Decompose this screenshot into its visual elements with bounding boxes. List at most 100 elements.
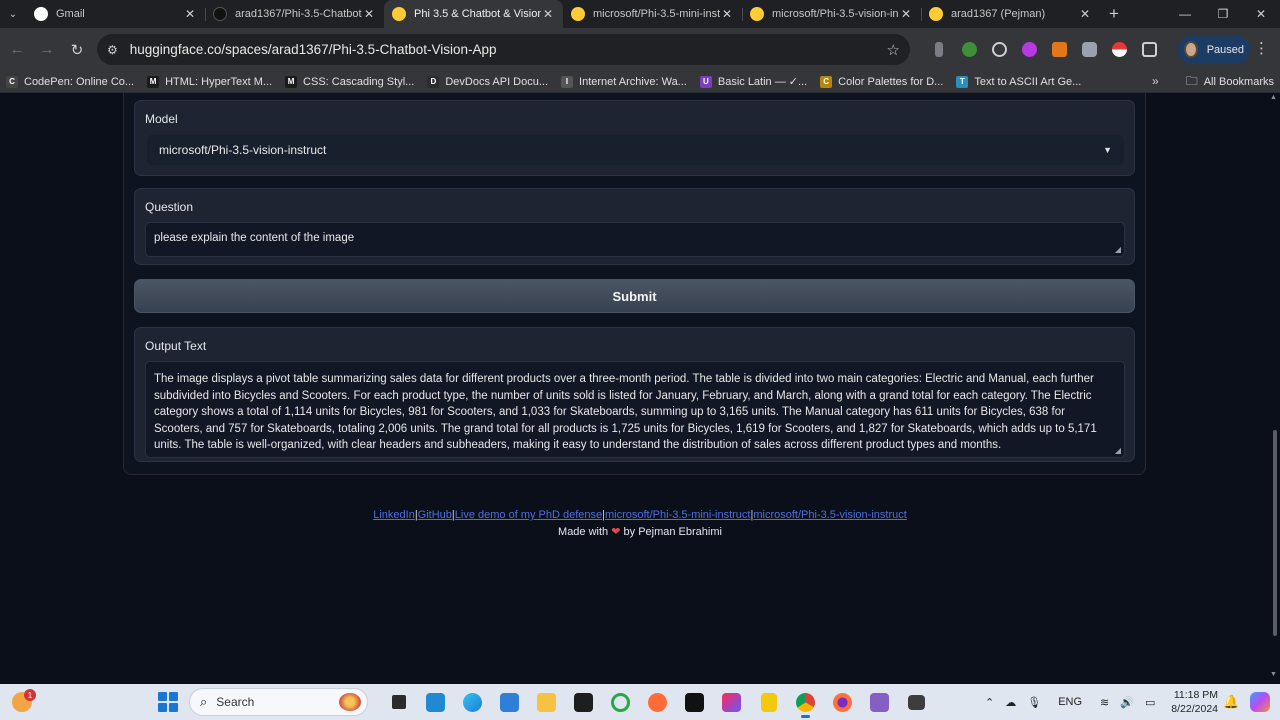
- made-with-suffix: by Pejman Ebrahimi: [623, 526, 722, 538]
- model-dropdown[interactable]: microsoft/Phi-3.5-vision-instruct ▼: [147, 135, 1124, 165]
- scrollbar-thumb[interactable]: [1273, 430, 1277, 636]
- tab-close-icon[interactable]: ✕: [541, 7, 555, 21]
- bookmark-item[interactable]: T Text to ASCII Art Ge...: [956, 75, 1081, 88]
- back-arrow-icon[interactable]: ←: [2, 35, 32, 65]
- page-scrollbar[interactable]: ▲ ▼: [1270, 93, 1280, 684]
- extension-icon[interactable]: [1014, 35, 1044, 65]
- bookmark-label: CodePen: Online Co...: [24, 75, 135, 88]
- tray-chevron-icon[interactable]: ⌃: [985, 696, 994, 709]
- bookmark-label: HTML: HyperText M...: [165, 75, 273, 88]
- minimize-icon[interactable]: —: [1166, 0, 1204, 28]
- bookmark-item[interactable]: U Basic Latin — ✓...: [699, 75, 807, 88]
- start-button[interactable]: [158, 692, 178, 712]
- clock[interactable]: 11:18 PM 8/22/2024: [1168, 688, 1218, 716]
- output-textarea[interactable]: The image displays a pivot table summari…: [145, 361, 1125, 458]
- extension-icon[interactable]: [954, 35, 984, 65]
- forward-arrow-icon[interactable]: →: [32, 35, 62, 65]
- onedrive-icon[interactable]: ☁: [1005, 696, 1016, 709]
- phd-defense-link[interactable]: Live demo of my PhD defense: [455, 509, 602, 521]
- extensions-puzzle-icon[interactable]: [1134, 35, 1164, 65]
- taskbar-search[interactable]: ⌕ Search: [189, 688, 368, 716]
- tab-title: arad1367/Phi-3.5-Chatbot: [235, 8, 362, 20]
- dropdown-caret-icon[interactable]: ▼: [1103, 145, 1112, 155]
- linkedin-link[interactable]: LinkedIn: [373, 509, 415, 521]
- metamask-icon[interactable]: [1044, 35, 1074, 65]
- browser-tab[interactable]: Gmail ✕: [26, 0, 205, 28]
- browser-tab[interactable]: arad1367/Phi-3.5-Chatbot ✕: [205, 0, 384, 28]
- question-block: Question please explain the content of t…: [134, 188, 1135, 265]
- site-info-icon[interactable]: ⚙: [107, 43, 118, 57]
- vscode-icon[interactable]: [417, 684, 454, 720]
- bookmark-item[interactable]: M HTML: HyperText M...: [147, 75, 273, 88]
- tab-close-icon[interactable]: ✕: [1078, 7, 1092, 21]
- battery-icon[interactable]: ▭: [1145, 696, 1155, 709]
- notifications-bell-icon[interactable]: 🔔: [1223, 694, 1239, 710]
- browser-tab[interactable]: arad1367 (Pejman) ✕: [921, 0, 1100, 28]
- tab-close-icon[interactable]: ✕: [362, 7, 376, 21]
- tab-search-chevron-icon[interactable]: ⌄: [0, 0, 26, 28]
- restore-icon[interactable]: ❐: [1204, 0, 1242, 28]
- tab-title: Gmail: [56, 8, 85, 20]
- powerbi-icon[interactable]: [750, 684, 787, 720]
- profile-button[interactable]: Paused: [1178, 35, 1250, 64]
- reload-icon[interactable]: ↻: [62, 35, 92, 65]
- bookmark-item[interactable]: D DevDocs API Docu...: [427, 75, 548, 88]
- terminal-icon[interactable]: [565, 684, 602, 720]
- weather-widget[interactable]: 1: [10, 689, 36, 714]
- volume-icon[interactable]: 🔊: [1120, 696, 1134, 709]
- microphone-icon[interactable]: 🎙: [1027, 696, 1041, 709]
- intellij-icon[interactable]: [713, 684, 750, 720]
- resize-grip-icon[interactable]: ◢: [1115, 447, 1121, 455]
- extension-icon[interactable]: [924, 35, 954, 65]
- task-view-icon[interactable]: [380, 684, 417, 720]
- edge-icon[interactable]: [454, 684, 491, 720]
- address-bar[interactable]: ⚙ huggingface.co/spaces/arad1367/Phi-3.5…: [97, 34, 910, 65]
- scroll-down-icon[interactable]: ▼: [1270, 671, 1277, 678]
- chrome-icon[interactable]: [787, 684, 824, 720]
- bookmark-item[interactable]: C CodePen: Online Co...: [6, 75, 135, 88]
- refresh-app-icon[interactable]: [602, 684, 639, 720]
- copilot-icon[interactable]: [1250, 692, 1270, 712]
- dax-studio-icon[interactable]: [898, 684, 935, 720]
- submit-button[interactable]: Submit: [134, 279, 1135, 313]
- visual-studio-icon[interactable]: [861, 684, 898, 720]
- address-bar-url[interactable]: huggingface.co/spaces/arad1367/Phi-3.5-C…: [130, 42, 887, 57]
- pokeball-icon[interactable]: [1104, 35, 1134, 65]
- phi-mini-link[interactable]: microsoft/Phi-3.5-mini-instruct: [605, 509, 750, 521]
- more-bookmarks-chevron-icon[interactable]: »: [1152, 74, 1159, 88]
- clock-time: 11:18 PM: [1173, 689, 1218, 701]
- github-link[interactable]: GitHub: [418, 509, 452, 521]
- browser-tab[interactable]: Phi 3.5 & Chatbot & Vision ✕: [384, 0, 563, 28]
- tab-close-icon[interactable]: ✕: [183, 7, 197, 21]
- language-indicator[interactable]: ENG: [1058, 696, 1082, 708]
- command-prompt-icon[interactable]: [676, 684, 713, 720]
- extension-icon[interactable]: [1074, 35, 1104, 65]
- scroll-up-icon[interactable]: ▲: [1270, 94, 1277, 101]
- bookmark-item[interactable]: I Internet Archive: Wa...: [561, 75, 687, 88]
- postman-icon[interactable]: [639, 684, 676, 720]
- tab-title: arad1367 (Pejman): [951, 8, 1046, 20]
- wifi-icon[interactable]: ≋: [1100, 696, 1109, 709]
- browser-tab[interactable]: microsoft/Phi-3.5-mini-inst ✕: [563, 0, 742, 28]
- tab-close-icon[interactable]: ✕: [899, 7, 913, 21]
- all-bookmarks-label: All Bookmarks: [1203, 76, 1274, 88]
- tab-close-icon[interactable]: ✕: [720, 7, 734, 21]
- file-explorer-icon[interactable]: [528, 684, 565, 720]
- store-icon[interactable]: [491, 684, 528, 720]
- bookmark-item[interactable]: M CSS: Cascading Styl...: [285, 75, 414, 88]
- bookmark-star-icon[interactable]: ☆: [887, 41, 900, 59]
- all-bookmarks-button[interactable]: 🗀 All Bookmarks: [1186, 71, 1274, 93]
- browser-menu-icon[interactable]: ⋮: [1254, 40, 1269, 58]
- close-window-icon[interactable]: ✕: [1242, 0, 1280, 28]
- question-input[interactable]: please explain the content of the image …: [145, 222, 1125, 257]
- firefox-icon[interactable]: [824, 684, 861, 720]
- resize-grip-icon[interactable]: ◢: [1115, 246, 1121, 254]
- browser-tab[interactable]: microsoft/Phi-3.5-vision-in ✕: [742, 0, 921, 28]
- model-label: Model: [145, 112, 178, 126]
- react-devtools-icon[interactable]: [984, 35, 1014, 65]
- phi-vision-link[interactable]: microsoft/Phi-3.5-vision-instruct: [753, 509, 906, 521]
- bookmark-item[interactable]: C Color Palettes for D...: [820, 75, 943, 88]
- new-tab-button[interactable]: +: [1100, 0, 1128, 28]
- search-icon: ⌕: [200, 694, 208, 709]
- widget-badge: 1: [24, 689, 36, 701]
